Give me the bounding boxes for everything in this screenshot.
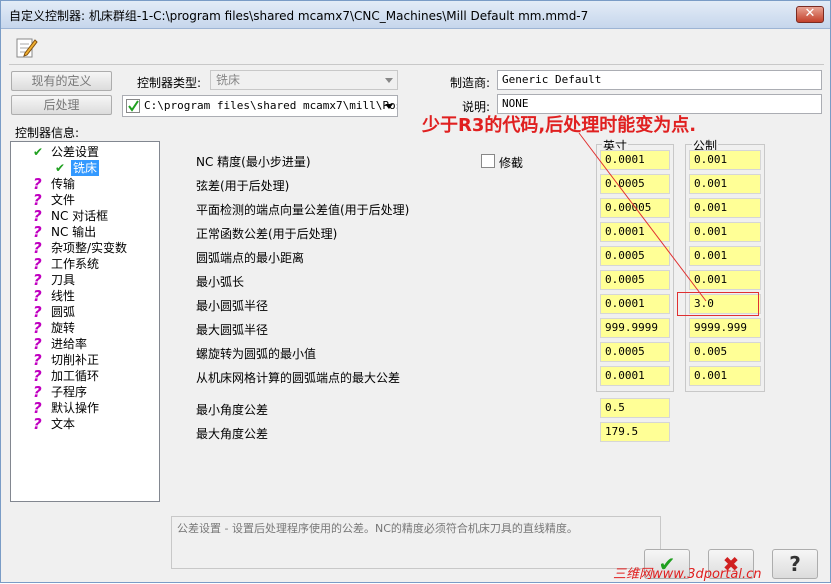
annotation-arrow — [578, 132, 707, 302]
dialog-window: 自定义控制器: 机床群组-1-C:\program files\shared m… — [0, 0, 831, 583]
help-button[interactable]: ? — [772, 549, 818, 579]
status-description: 公差设置 - 设置后处理程序使用的公差。NC的精度必须符合机床刀具的直线精度。 — [171, 516, 661, 569]
watermark: 三维网www.3dportal.cn — [613, 567, 762, 582]
annotation-text: 少于R3的代码,后处理时能变为点. — [422, 115, 697, 136]
